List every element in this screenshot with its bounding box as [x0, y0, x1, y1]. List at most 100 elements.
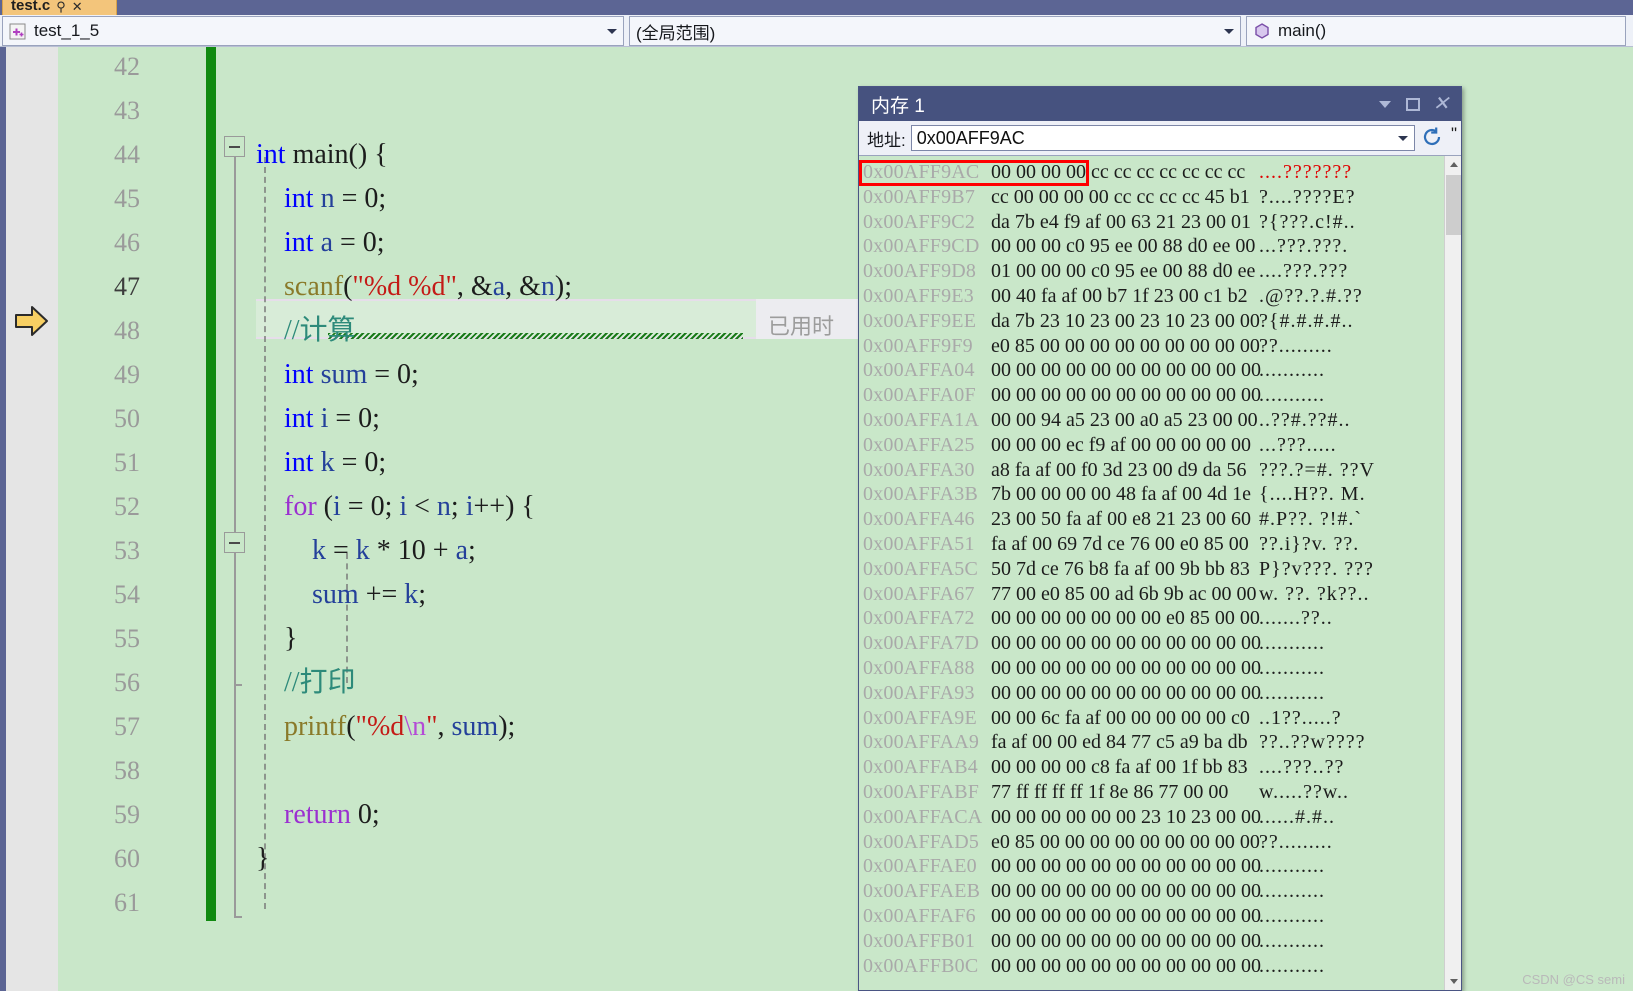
memory-row[interactable]: 0x00AFFAEB 00 00 00 00 00 00 00 00 00 00 …	[863, 879, 1444, 904]
memory-row[interactable]: 0x00AFFAB4 00 00 00 00 c8 fa af 00 1f bb …	[863, 755, 1444, 780]
scroll-up-icon[interactable]	[1445, 156, 1461, 173]
memory-row[interactable]: 0x00AFF9D8 01 00 00 00 c0 95 ee 00 88 d0 …	[863, 259, 1444, 284]
memory-row[interactable]: 0x00AFFA0F 00 00 00 00 00 00 00 00 00 00 …	[863, 383, 1444, 408]
code-line[interactable]: int main() {	[256, 133, 388, 177]
code-line[interactable]: int k = 0;	[256, 441, 386, 485]
maximize-icon[interactable]	[1399, 91, 1427, 117]
code-line[interactable]: for (i = 0; i < n; i++) {	[256, 485, 535, 529]
memory-row[interactable]: 0x00AFFAD5 e0 85 00 00 00 00 00 00 00 00 …	[863, 830, 1444, 855]
code-line[interactable]: }	[256, 837, 269, 881]
memory-row[interactable]: 0x00AFFAF6 00 00 00 00 00 00 00 00 00 00 …	[863, 904, 1444, 929]
code-line[interactable]: //打印	[256, 661, 356, 705]
code-line[interactable]: return 0;	[256, 793, 380, 837]
memory-window-toolbar[interactable]: 地址: 0x00AFF9AC "	[859, 121, 1461, 155]
memory-row-ascii: ??.........	[1259, 334, 1333, 357]
code-token: a	[492, 271, 506, 302]
memory-row[interactable]: 0x00AFF9F9 e0 85 00 00 00 00 00 00 00 00 …	[863, 334, 1444, 359]
memory-row[interactable]: 0x00AFFA30 a8 fa af 00 f0 3d 23 00 d9 da …	[863, 458, 1444, 483]
code-line[interactable]: //计算	[256, 309, 356, 353]
code-token: sum	[312, 579, 366, 610]
tab-test-c[interactable]: test.c ⚲ ✕	[2, 0, 117, 15]
code-line[interactable]: printf("%d\n", sum);	[256, 705, 515, 749]
code-line[interactable]: int n = 0;	[256, 177, 386, 221]
fold-toggle-main[interactable]	[224, 136, 245, 157]
memory-row[interactable]: 0x00AFF9E3 00 40 fa af 00 b7 1f 23 00 c1 …	[863, 284, 1444, 309]
memory-row[interactable]: 0x00AFFA5C 50 7d ce 76 b8 fa af 00 9b bb …	[863, 557, 1444, 582]
line-number: 46	[114, 228, 140, 257]
indicator-margin[interactable]	[6, 47, 58, 991]
memory-row[interactable]: 0x00AFF9EE da 7b 23 10 23 00 23 10 23 00 …	[863, 309, 1444, 334]
code-line[interactable]: sum += k;	[256, 573, 426, 617]
code-line[interactable]: int sum = 0;	[256, 353, 419, 397]
scroll-down-icon[interactable]	[1445, 973, 1461, 990]
pin-icon[interactable]: ⚲	[56, 0, 66, 13]
memory-row[interactable]: 0x00AFFAA9 fa af 00 00 ed 84 77 c5 a9 ba …	[863, 730, 1444, 755]
scope-combo-value: (全局范围)	[636, 23, 716, 43]
close-icon[interactable]: ✕	[72, 0, 83, 13]
code-token: ;	[450, 491, 466, 522]
memory-row-ascii: ....???..??	[1259, 756, 1345, 779]
memory-row[interactable]: 0x00AFFA67 77 00 e0 85 00 ad 6b 9b ac 00 …	[863, 582, 1444, 607]
memory-row-hex: 00 00 00 00 cc cc cc cc cc cc cc	[981, 160, 1259, 185]
memory-row[interactable]: 0x00AFFA3B 7b 00 00 00 00 48 fa af 00 4d …	[863, 482, 1444, 507]
scrollbar-thumb[interactable]	[1446, 175, 1461, 235]
memory-row[interactable]: 0x00AFFAE0 00 00 00 00 00 00 00 00 00 00 …	[863, 854, 1444, 879]
line-number: 49	[114, 360, 140, 389]
window-menu-chevron-icon[interactable]	[1371, 91, 1399, 117]
memory-window-titlebar[interactable]: 内存 1 ✕	[859, 87, 1461, 121]
memory-row[interactable]: 0x00AFF9CD 00 00 00 c0 95 ee 00 88 d0 ee …	[863, 234, 1444, 259]
code-token: }	[256, 623, 298, 654]
memory-row-address: 0x00AFFA9E	[863, 706, 977, 729]
memory-row-ascii: ...........	[1259, 954, 1325, 977]
line-number-gutter: 42 43 44 45 46 47 48 49 50 51 52 53 54 55 56 57 58 59 60 61	[58, 47, 150, 991]
memory-row[interactable]: 0x00AFFABF 77 ff ff ff ff 1f 8e 86 77 00 …	[863, 780, 1444, 805]
member-combo[interactable]: main()	[1246, 16, 1626, 46]
code-line[interactable]: int a = 0;	[256, 221, 385, 265]
code-line[interactable]: k = k * 10 + a;	[256, 529, 476, 573]
memory-row[interactable]: 0x00AFFA1A 00 00 94 a5 23 00 a0 a5 23 00 …	[863, 408, 1444, 433]
memory-grid-wrapper[interactable]: 0x00AFF9AC 00 00 00 00 cc cc cc cc cc cc …	[859, 155, 1461, 990]
memory-row[interactable]: 0x00AFFA46 23 00 50 fa af 00 e8 21 23 00 …	[863, 507, 1444, 532]
memory-grid[interactable]: 0x00AFF9AC 00 00 00 00 cc cc cc cc cc cc …	[859, 156, 1444, 990]
memory-row[interactable]: 0x00AFFA25 00 00 00 ec f9 af 00 00 00 00 …	[863, 433, 1444, 458]
memory-row[interactable]: 0x00AFFB0C 00 00 00 00 00 00 00 00 00 00 …	[863, 954, 1444, 979]
fold-toggle-for[interactable]	[224, 532, 245, 553]
memory-window[interactable]: 内存 1 ✕ 地址: 0x00AFF9AC " 0x00AFF9AC 00 00…	[858, 86, 1462, 991]
memory-row[interactable]: 0x00AFF9AC 00 00 00 00 cc cc cc cc cc cc …	[863, 160, 1444, 185]
memory-row-ascii: w. ??. ?k??..	[1259, 582, 1370, 605]
memory-row[interactable]: 0x00AFFB01 00 00 00 00 00 00 00 00 00 00 …	[863, 929, 1444, 954]
code-line[interactable]: }	[256, 617, 297, 661]
project-combo-value: test_1_5	[34, 21, 100, 40]
chevron-down-icon[interactable]	[1392, 135, 1414, 141]
chevron-down-icon[interactable]	[601, 28, 623, 34]
code-line[interactable]: scanf("%d %d", &a, &n);	[256, 265, 572, 309]
project-combo[interactable]: test_1_5	[2, 16, 624, 46]
scope-combo[interactable]: (全局范围)	[629, 16, 1241, 46]
memory-row-hex: da 7b e4 f9 af 00 63 21 23 00 01	[991, 210, 1251, 233]
memory-row[interactable]: 0x00AFFA04 00 00 00 00 00 00 00 00 00 00 …	[863, 358, 1444, 383]
chevron-down-icon[interactable]	[1218, 28, 1240, 34]
memory-row[interactable]: 0x00AFFA9E 00 00 6c fa af 00 00 00 00 00 …	[863, 706, 1444, 731]
memory-scrollbar[interactable]	[1444, 156, 1461, 990]
address-input[interactable]: 0x00AFF9AC	[910, 125, 1415, 151]
memory-row[interactable]: 0x00AFFACA 00 00 00 00 00 00 23 10 23 00 …	[863, 805, 1444, 830]
memory-row-address: 0x00AFFA93	[863, 681, 975, 704]
code-token: ;	[376, 227, 385, 258]
memory-row[interactable]: 0x00AFFA7D 00 00 00 00 00 00 00 00 00 00 …	[863, 631, 1444, 656]
memory-row[interactable]: 0x00AFFA93 00 00 00 00 00 00 00 00 00 00 …	[863, 681, 1444, 706]
refresh-icon[interactable]	[1420, 125, 1446, 151]
memory-row[interactable]: 0x00AFF9B7 cc 00 00 00 00 cc cc cc cc 45 …	[863, 185, 1444, 210]
code-line[interactable]: int i = 0;	[256, 397, 380, 441]
toolbar-overflow-icon[interactable]: "	[1451, 124, 1457, 152]
close-icon[interactable]: ✕	[1427, 91, 1455, 117]
memory-row-address: 0x00AFFA1A	[863, 408, 980, 431]
memory-row-ascii: ......#.#..	[1259, 805, 1335, 828]
memory-row[interactable]: 0x00AFFA88 00 00 00 00 00 00 00 00 00 00 …	[863, 656, 1444, 681]
memory-row[interactable]: 0x00AFFA51 fa af 00 69 7d ce 76 00 e0 85 …	[863, 532, 1444, 557]
memory-row[interactable]: 0x00AFFA72 00 00 00 00 00 00 00 e0 85 00 …	[863, 606, 1444, 631]
memory-row[interactable]: 0x00AFF9C2 da 7b e4 f9 af 00 63 21 23 00 …	[863, 210, 1444, 235]
